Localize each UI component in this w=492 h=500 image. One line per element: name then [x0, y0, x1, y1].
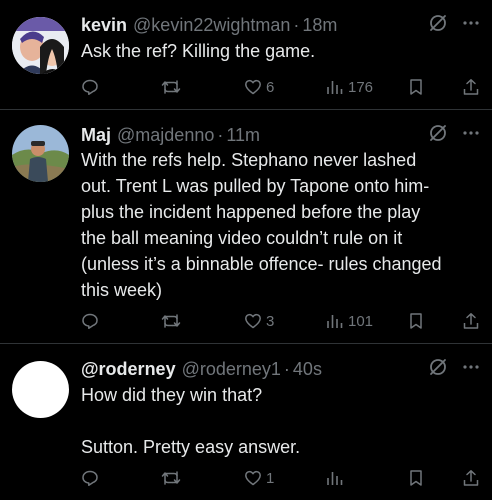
- timestamp[interactable]: 11m: [226, 125, 260, 146]
- retweet-icon: [161, 471, 181, 485]
- share-icon: [463, 470, 479, 486]
- like-icon: [245, 470, 261, 486]
- views-button[interactable]: [326, 467, 348, 489]
- grok-slash-icon[interactable]: [428, 123, 448, 148]
- separator-dot: ·: [283, 358, 290, 379]
- reply-icon: [82, 79, 98, 96]
- share-button[interactable]: [462, 76, 480, 98]
- tweet-text: With the refs help. Stephano never lashe…: [81, 150, 442, 300]
- more-icon[interactable]: [462, 123, 480, 148]
- user-handle[interactable]: @roderney1: [182, 359, 281, 380]
- avatar-photo: [12, 17, 69, 74]
- share-button[interactable]: [462, 467, 480, 489]
- views-button[interactable]: 101: [326, 310, 373, 332]
- bookmark-icon: [410, 470, 422, 486]
- avatar[interactable]: [12, 125, 69, 182]
- reply-icon: [82, 313, 98, 330]
- grok-slash-icon[interactable]: [428, 13, 448, 38]
- like-button[interactable]: 1: [244, 467, 274, 489]
- separator-dot: ·: [217, 124, 224, 145]
- reply-button[interactable]: [81, 76, 103, 98]
- timestamp[interactable]: 40s: [293, 359, 322, 380]
- views-icon: [327, 472, 343, 485]
- like-icon: [245, 79, 261, 95]
- avatar[interactable]: [12, 17, 69, 74]
- reply-button[interactable]: [81, 467, 103, 489]
- tweet-header: @roderney @roderney1 · 40s: [81, 357, 480, 381]
- display-name[interactable]: @roderney: [81, 359, 176, 380]
- tweet[interactable]: Maj @majdenno · 11m With the refs help. …: [0, 110, 492, 344]
- more-icon[interactable]: [462, 13, 480, 38]
- tweet[interactable]: @roderney @roderney1 · 40s How did they …: [0, 344, 492, 500]
- header-icons: [428, 357, 480, 381]
- user-handle[interactable]: @kevin22wightman: [133, 15, 290, 36]
- tweet-text: Ask the ref? Killing the game.: [81, 41, 316, 61]
- tweet-actions: 6 176: [81, 76, 480, 98]
- like-button[interactable]: 3: [244, 310, 274, 332]
- views-icon: [327, 315, 343, 328]
- reply-button[interactable]: [81, 310, 103, 332]
- bookmark-button[interactable]: [408, 310, 424, 332]
- like-icon: [245, 313, 261, 329]
- more-icon[interactable]: [462, 357, 480, 382]
- view-count: 101: [348, 312, 374, 330]
- like-count: 3: [266, 312, 275, 330]
- user-handle[interactable]: @majdenno: [117, 125, 214, 146]
- grok-slash-icon[interactable]: [428, 357, 448, 382]
- share-button[interactable]: [462, 310, 480, 332]
- like-count: 1: [266, 469, 275, 487]
- bookmark-icon: [410, 79, 422, 95]
- retweet-icon: [161, 314, 181, 328]
- share-icon: [463, 313, 479, 329]
- views-button[interactable]: 176: [326, 76, 373, 98]
- separator-dot: ·: [293, 14, 300, 35]
- tweet-header: Maj @majdenno · 11m: [81, 123, 480, 147]
- bookmark-button[interactable]: [408, 467, 424, 489]
- share-icon: [463, 79, 479, 95]
- avatar-photo: [12, 125, 69, 182]
- reply-icon: [82, 470, 98, 487]
- like-count: 6: [266, 78, 275, 96]
- display-name[interactable]: Maj: [81, 125, 111, 146]
- retweet-button[interactable]: [161, 467, 185, 489]
- views-icon: [327, 81, 343, 94]
- retweet-button[interactable]: [161, 310, 185, 332]
- timestamp[interactable]: 18m: [302, 15, 337, 36]
- tweet-header: kevin @kevin22wightman · 18m: [81, 13, 480, 37]
- like-button[interactable]: 6: [244, 76, 274, 98]
- bookmark-button[interactable]: [408, 76, 424, 98]
- bookmark-icon: [410, 313, 422, 329]
- header-icons: [428, 123, 480, 147]
- retweet-icon: [161, 80, 181, 94]
- retweet-button[interactable]: [161, 76, 185, 98]
- tweet-text: How did they win that? Sutton. Pretty ea…: [81, 385, 301, 457]
- avatar[interactable]: [12, 361, 69, 418]
- tweet[interactable]: kevin @kevin22wightman · 18m Ask the ref…: [0, 0, 492, 110]
- tweet-actions: 3 101: [81, 310, 480, 332]
- tweet-actions: 1: [81, 467, 480, 489]
- view-count: 176: [348, 78, 374, 96]
- display-name[interactable]: kevin: [81, 15, 127, 36]
- header-icons: [428, 13, 480, 37]
